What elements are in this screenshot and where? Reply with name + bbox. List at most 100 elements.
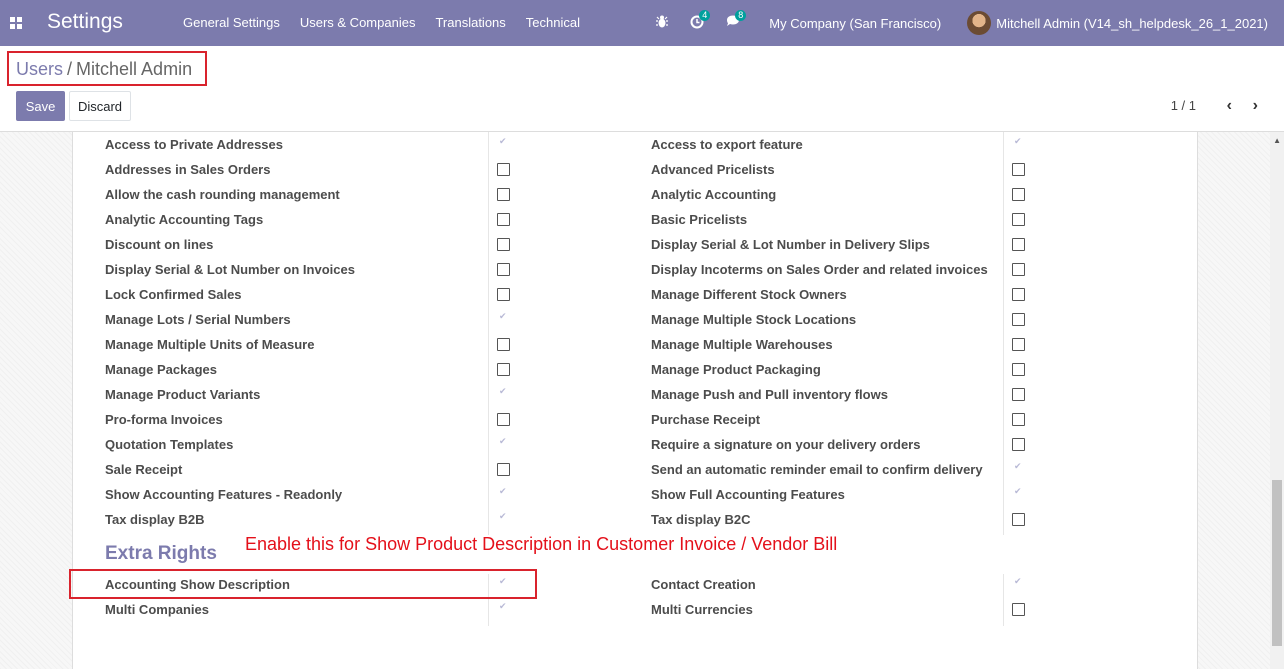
checkbox-discount-on-lines[interactable] [497, 238, 510, 251]
right-label-access-to-export-feature: Access to export feature [651, 137, 803, 152]
save-button[interactable]: Save [16, 91, 65, 121]
right-label-manage-product-variants: Manage Product Variants [105, 387, 261, 402]
checkbox-display-serial-lot-number-in-delivery-slips[interactable] [1012, 238, 1025, 251]
right-label-analytic-accounting: Analytic Accounting [651, 187, 777, 202]
right-label-multi-companies: Multi Companies [105, 602, 210, 617]
activity-count-badge: 4 [699, 9, 711, 21]
systray: 4 8 My Company (San Francisco) Mitchell … [656, 0, 1284, 46]
right-label-sale-receipt: Sale Receipt [105, 462, 183, 477]
checkbox-show-full-accounting-features[interactable] [1012, 486, 1025, 501]
checkbox-manage-multiple-units-of-measure[interactable] [497, 338, 510, 351]
checkbox-manage-multiple-warehouses[interactable] [1012, 338, 1025, 351]
right-label-allow-the-cash-rounding-management: Allow the cash rounding management [105, 187, 340, 202]
checkbox-manage-product-variants[interactable] [497, 386, 510, 401]
right-label-manage-product-packaging: Manage Product Packaging [651, 362, 821, 377]
menu-general-settings[interactable]: General Settings [183, 15, 280, 30]
right-label-manage-different-stock-owners: Manage Different Stock Owners [651, 287, 847, 302]
right-label-analytic-accounting-tags: Analytic Accounting Tags [105, 212, 264, 227]
checkbox-purchase-receipt[interactable] [1012, 413, 1025, 426]
right-label-show-full-accounting-features: Show Full Accounting Features [651, 487, 845, 502]
top-navbar: Settings General Settings Users & Compan… [0, 0, 1284, 46]
messages-icon[interactable]: 8 [726, 10, 747, 31]
checkbox-access-to-export-feature[interactable] [1012, 136, 1025, 151]
right-label-addresses-in-sales-orders: Addresses in Sales Orders [105, 162, 271, 177]
checkbox-tax-display-b2c[interactable] [1012, 513, 1025, 526]
checkbox-sale-receipt[interactable] [497, 463, 510, 476]
checkbox-require-a-signature-on-your-delivery-orders[interactable] [1012, 438, 1025, 451]
scroll-thumb[interactable] [1272, 480, 1282, 646]
column-divider [1003, 132, 1004, 535]
main-menu: General Settings Users & Companies Trans… [183, 15, 600, 30]
discard-button[interactable]: Discard [69, 91, 131, 121]
right-label-pro-forma-invoices: Pro-forma Invoices [105, 412, 223, 427]
checkbox-display-serial-lot-number-on-invoices[interactable] [497, 263, 510, 276]
checkbox-lock-confirmed-sales[interactable] [497, 288, 510, 301]
right-label-display-incoterms-on-sales-order-and-related-invoices: Display Incoterms on Sales Order and rel… [651, 262, 988, 277]
right-label-manage-multiple-units-of-measure: Manage Multiple Units of Measure [105, 337, 315, 352]
checkbox-display-incoterms-on-sales-order-and-related-invoices[interactable] [1012, 263, 1025, 276]
menu-users-companies[interactable]: Users & Companies [300, 15, 416, 30]
app-title[interactable]: Settings [47, 10, 123, 34]
pager-previous-button[interactable]: ‹ [1227, 97, 1232, 115]
checkbox-contact-creation[interactable] [1012, 576, 1025, 591]
menu-technical[interactable]: Technical [526, 15, 580, 30]
company-switcher[interactable]: My Company (San Francisco) [769, 16, 941, 31]
vertical-scrollbar[interactable]: ▲ [1270, 132, 1284, 669]
right-label-advanced-pricelists: Advanced Pricelists [651, 162, 775, 177]
right-label-manage-push-and-pull-inventory-flows: Manage Push and Pull inventory flows [651, 387, 888, 402]
right-label-discount-on-lines: Discount on lines [105, 237, 214, 252]
accounting-description-highlight-box [69, 569, 537, 599]
checkbox-analytic-accounting[interactable] [1012, 188, 1025, 201]
right-label-multi-currencies: Multi Currencies [651, 602, 753, 617]
right-label-access-to-private-addresses: Access to Private Addresses [105, 137, 284, 152]
checkbox-addresses-in-sales-orders[interactable] [497, 163, 510, 176]
right-label-display-serial-lot-number-in-delivery-slips: Display Serial & Lot Number in Delivery … [651, 237, 930, 252]
right-label-show-accounting-features-readonly: Show Accounting Features - Readonly [105, 487, 343, 502]
column-divider [488, 132, 489, 535]
checkbox-manage-product-packaging[interactable] [1012, 363, 1025, 376]
checkbox-manage-multiple-stock-locations[interactable] [1012, 313, 1025, 326]
checkbox-tax-display-b2b[interactable] [497, 511, 510, 526]
right-label-quotation-templates: Quotation Templates [105, 437, 234, 452]
right-label-purchase-receipt: Purchase Receipt [651, 412, 761, 427]
checkbox-analytic-accounting-tags[interactable] [497, 213, 510, 226]
menu-translations[interactable]: Translations [435, 15, 505, 30]
checkbox-pro-forma-invoices[interactable] [497, 413, 510, 426]
right-label-manage-multiple-stock-locations: Manage Multiple Stock Locations [651, 312, 857, 327]
control-panel: Users / Mitchell Admin Save Discard 1 / 1 … [0, 46, 1284, 132]
checkbox-send-an-automatic-reminder-email-to-confirm-delivery[interactable] [1012, 461, 1025, 476]
checkbox-manage-different-stock-owners[interactable] [1012, 288, 1025, 301]
right-label-manage-packages: Manage Packages [105, 362, 218, 377]
right-label-lock-confirmed-sales: Lock Confirmed Sales [105, 287, 242, 302]
right-label-require-a-signature-on-your-delivery-orders: Require a signature on your delivery ord… [651, 437, 921, 452]
breadcrumb-highlight-box [7, 51, 207, 86]
checkbox-manage-push-and-pull-inventory-flows[interactable] [1012, 388, 1025, 401]
right-label-contact-creation: Contact Creation [651, 577, 756, 592]
checkbox-manage-lots-serial-numbers[interactable] [497, 311, 510, 326]
checkbox-access-to-private-addresses[interactable] [497, 136, 510, 151]
checkbox-show-accounting-features-readonly[interactable] [497, 486, 510, 501]
form-content: Access to Private Addresses Addresses in … [0, 132, 1284, 669]
apps-menu-icon[interactable] [10, 17, 22, 29]
message-count-badge: 8 [735, 10, 747, 21]
right-label-tax-display-b2c: Tax display B2C [651, 512, 751, 527]
user-menu[interactable]: Mitchell Admin (V14_sh_helpdesk_26_1_202… [996, 16, 1268, 31]
checkbox-manage-packages[interactable] [497, 363, 510, 376]
bug-icon[interactable] [656, 15, 669, 31]
extra-rights-title: Extra Rights [105, 543, 217, 564]
checkbox-multi-currencies[interactable] [1012, 603, 1025, 616]
checkbox-quotation-templates[interactable] [497, 436, 510, 451]
pager-next-button[interactable]: › [1253, 97, 1258, 115]
right-label-send-an-automatic-reminder-email-to-confirm-delivery: Send an automatic reminder email to conf… [651, 462, 983, 477]
right-label-tax-display-b2b: Tax display B2B [105, 512, 205, 527]
pager-value[interactable]: 1 / 1 [1171, 98, 1196, 113]
checkbox-advanced-pricelists[interactable] [1012, 163, 1025, 176]
activity-clock-icon[interactable]: 4 [690, 9, 711, 32]
column-divider [1003, 574, 1004, 626]
annotation-text: Enable this for Show Product Description… [245, 534, 838, 554]
checkbox-basic-pricelists[interactable] [1012, 213, 1025, 226]
user-avatar[interactable] [967, 11, 992, 35]
checkbox-multi-companies[interactable] [497, 601, 510, 616]
checkbox-allow-the-cash-rounding-management[interactable] [497, 188, 510, 201]
scroll-up-arrow-icon[interactable]: ▲ [1273, 136, 1281, 145]
